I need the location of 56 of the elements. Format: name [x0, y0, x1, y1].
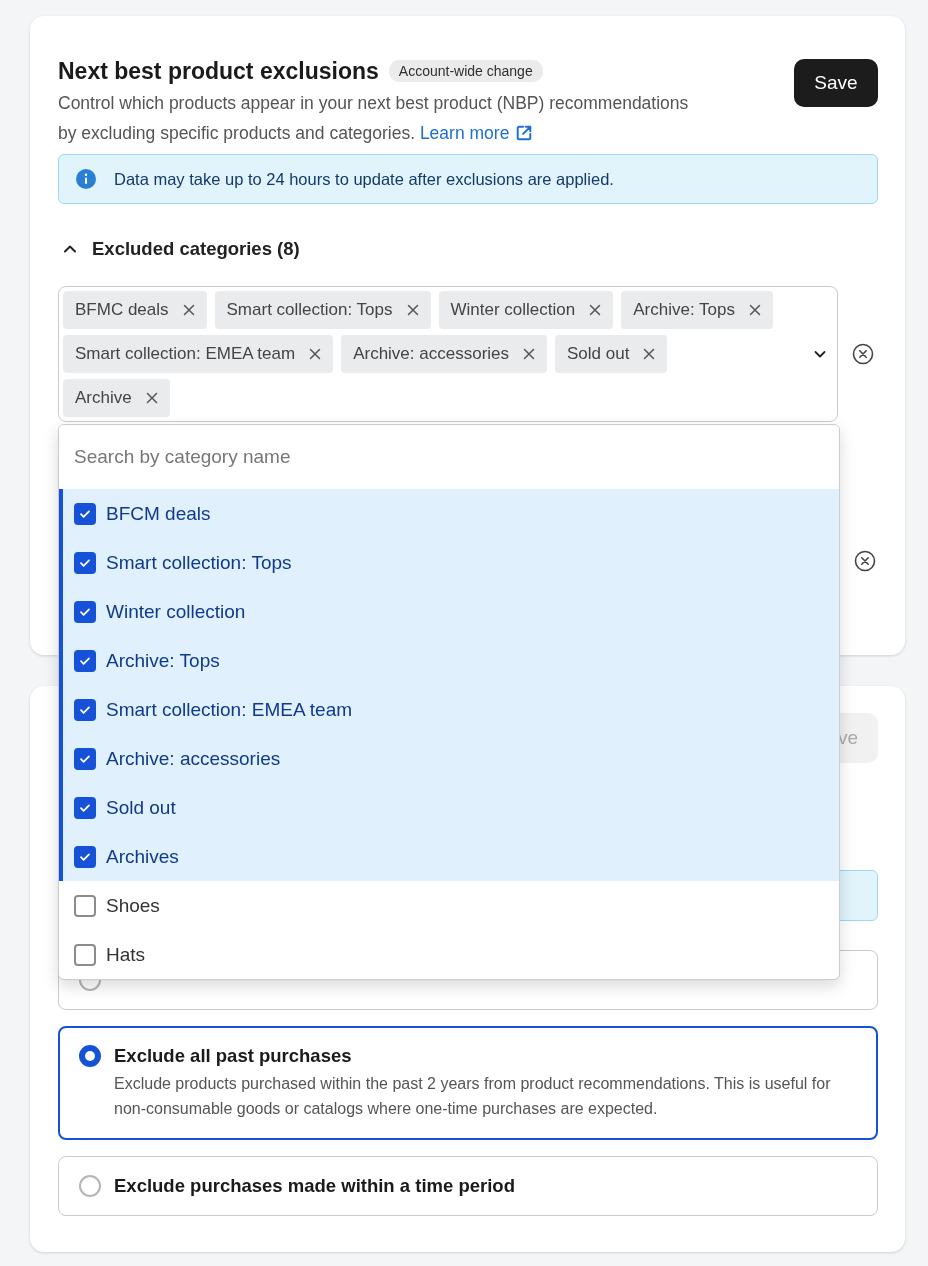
- checkbox[interactable]: [74, 698, 96, 721]
- category-option[interactable]: Archive: Tops: [59, 636, 839, 685]
- checkbox[interactable]: [74, 894, 96, 917]
- save-button[interactable]: Save: [794, 59, 878, 107]
- section-toggle[interactable]: Excluded categories (8): [58, 234, 300, 264]
- learn-more-link[interactable]: Learn more: [419, 123, 534, 143]
- option-title: Exclude all past purchases: [114, 1045, 353, 1067]
- remove-icon[interactable]: [748, 304, 761, 316]
- checkbox[interactable]: [74, 600, 96, 623]
- description: Control which products appear in your next best product (NBP) recommendations by excluding specific products and categories. Learn more: [58, 92, 690, 145]
- option-title: Exclude purchases made within a time period: [114, 1175, 515, 1197]
- category-option[interactable]: Winter collection: [59, 587, 839, 636]
- checkbox[interactable]: [74, 845, 96, 868]
- checkbox[interactable]: [74, 551, 96, 574]
- info-text: Data may take up to 24 hours to update after exclusions are applied.: [114, 169, 614, 189]
- chip-label: Archive: accessories: [353, 344, 510, 364]
- remove-icon[interactable]: [145, 392, 158, 404]
- chip-label: Sold out: [567, 344, 630, 364]
- chip-label: Smart collection: EMEA team: [75, 344, 296, 364]
- checkbox[interactable]: [74, 943, 96, 966]
- info-icon: [76, 169, 96, 189]
- remove-icon[interactable]: [589, 304, 602, 316]
- category-multiselect[interactable]: BFMC deals Smart collection: Tops Winter collection Archive: Tops Smart collection: EMEA team Archive: accessories Sold out Archive: [58, 286, 838, 422]
- remove-icon[interactable]: [309, 348, 322, 360]
- card-title: Next best product exclusions: [58, 57, 379, 85]
- checkbox[interactable]: [74, 796, 96, 819]
- chip-label: Winter collection: [450, 300, 576, 320]
- external-link-icon: [515, 124, 534, 142]
- clear-icon[interactable]: [854, 550, 876, 572]
- chip-label: Smart collection: Tops: [226, 300, 393, 320]
- category-option[interactable]: Hats: [59, 930, 839, 979]
- category-option[interactable]: Smart collection: EMEA team: [59, 685, 839, 734]
- chip-label: BFMC deals: [75, 300, 169, 320]
- search-field[interactable]: Search by category name: [59, 425, 839, 489]
- category-option[interactable]: Smart collection: Tops: [59, 538, 839, 587]
- remove-icon[interactable]: [182, 304, 195, 316]
- remove-icon[interactable]: [523, 348, 536, 360]
- category-option[interactable]: Sold out: [59, 783, 839, 832]
- option-description: Exclude products purchased within the past 2 years from product recommendations. This is useful for non-consumable goods or catalogs where one-time purchases are expected.: [114, 1074, 832, 1119]
- checkbox[interactable]: [74, 502, 96, 525]
- remove-icon[interactable]: [406, 304, 419, 316]
- radio-button[interactable]: [79, 1175, 101, 1197]
- clear-icon[interactable]: [852, 343, 874, 365]
- chip-label: Archive: [75, 388, 132, 408]
- chip-label: Archive: Tops: [633, 300, 735, 320]
- radio-button[interactable]: [79, 1045, 101, 1067]
- checkbox[interactable]: [74, 649, 96, 672]
- radio-option[interactable]: Exclude purchases made within a time period: [58, 1156, 878, 1216]
- category-option[interactable]: Archives: [59, 832, 839, 881]
- remove-icon[interactable]: [643, 348, 656, 360]
- radio-option[interactable]: Exclude all past purchases Exclude products purchased within the past 2 years from product recommendations. This is useful for non-consumable goods or catalogs where one-time purchases are expected.: [58, 1026, 878, 1140]
- category-option[interactable]: Shoes: [59, 881, 839, 930]
- checkbox[interactable]: [74, 747, 96, 770]
- scope-badge: Account-wide change: [388, 60, 543, 82]
- category-option[interactable]: Archive: accessories: [59, 734, 839, 783]
- category-option[interactable]: BFCM deals: [59, 489, 839, 538]
